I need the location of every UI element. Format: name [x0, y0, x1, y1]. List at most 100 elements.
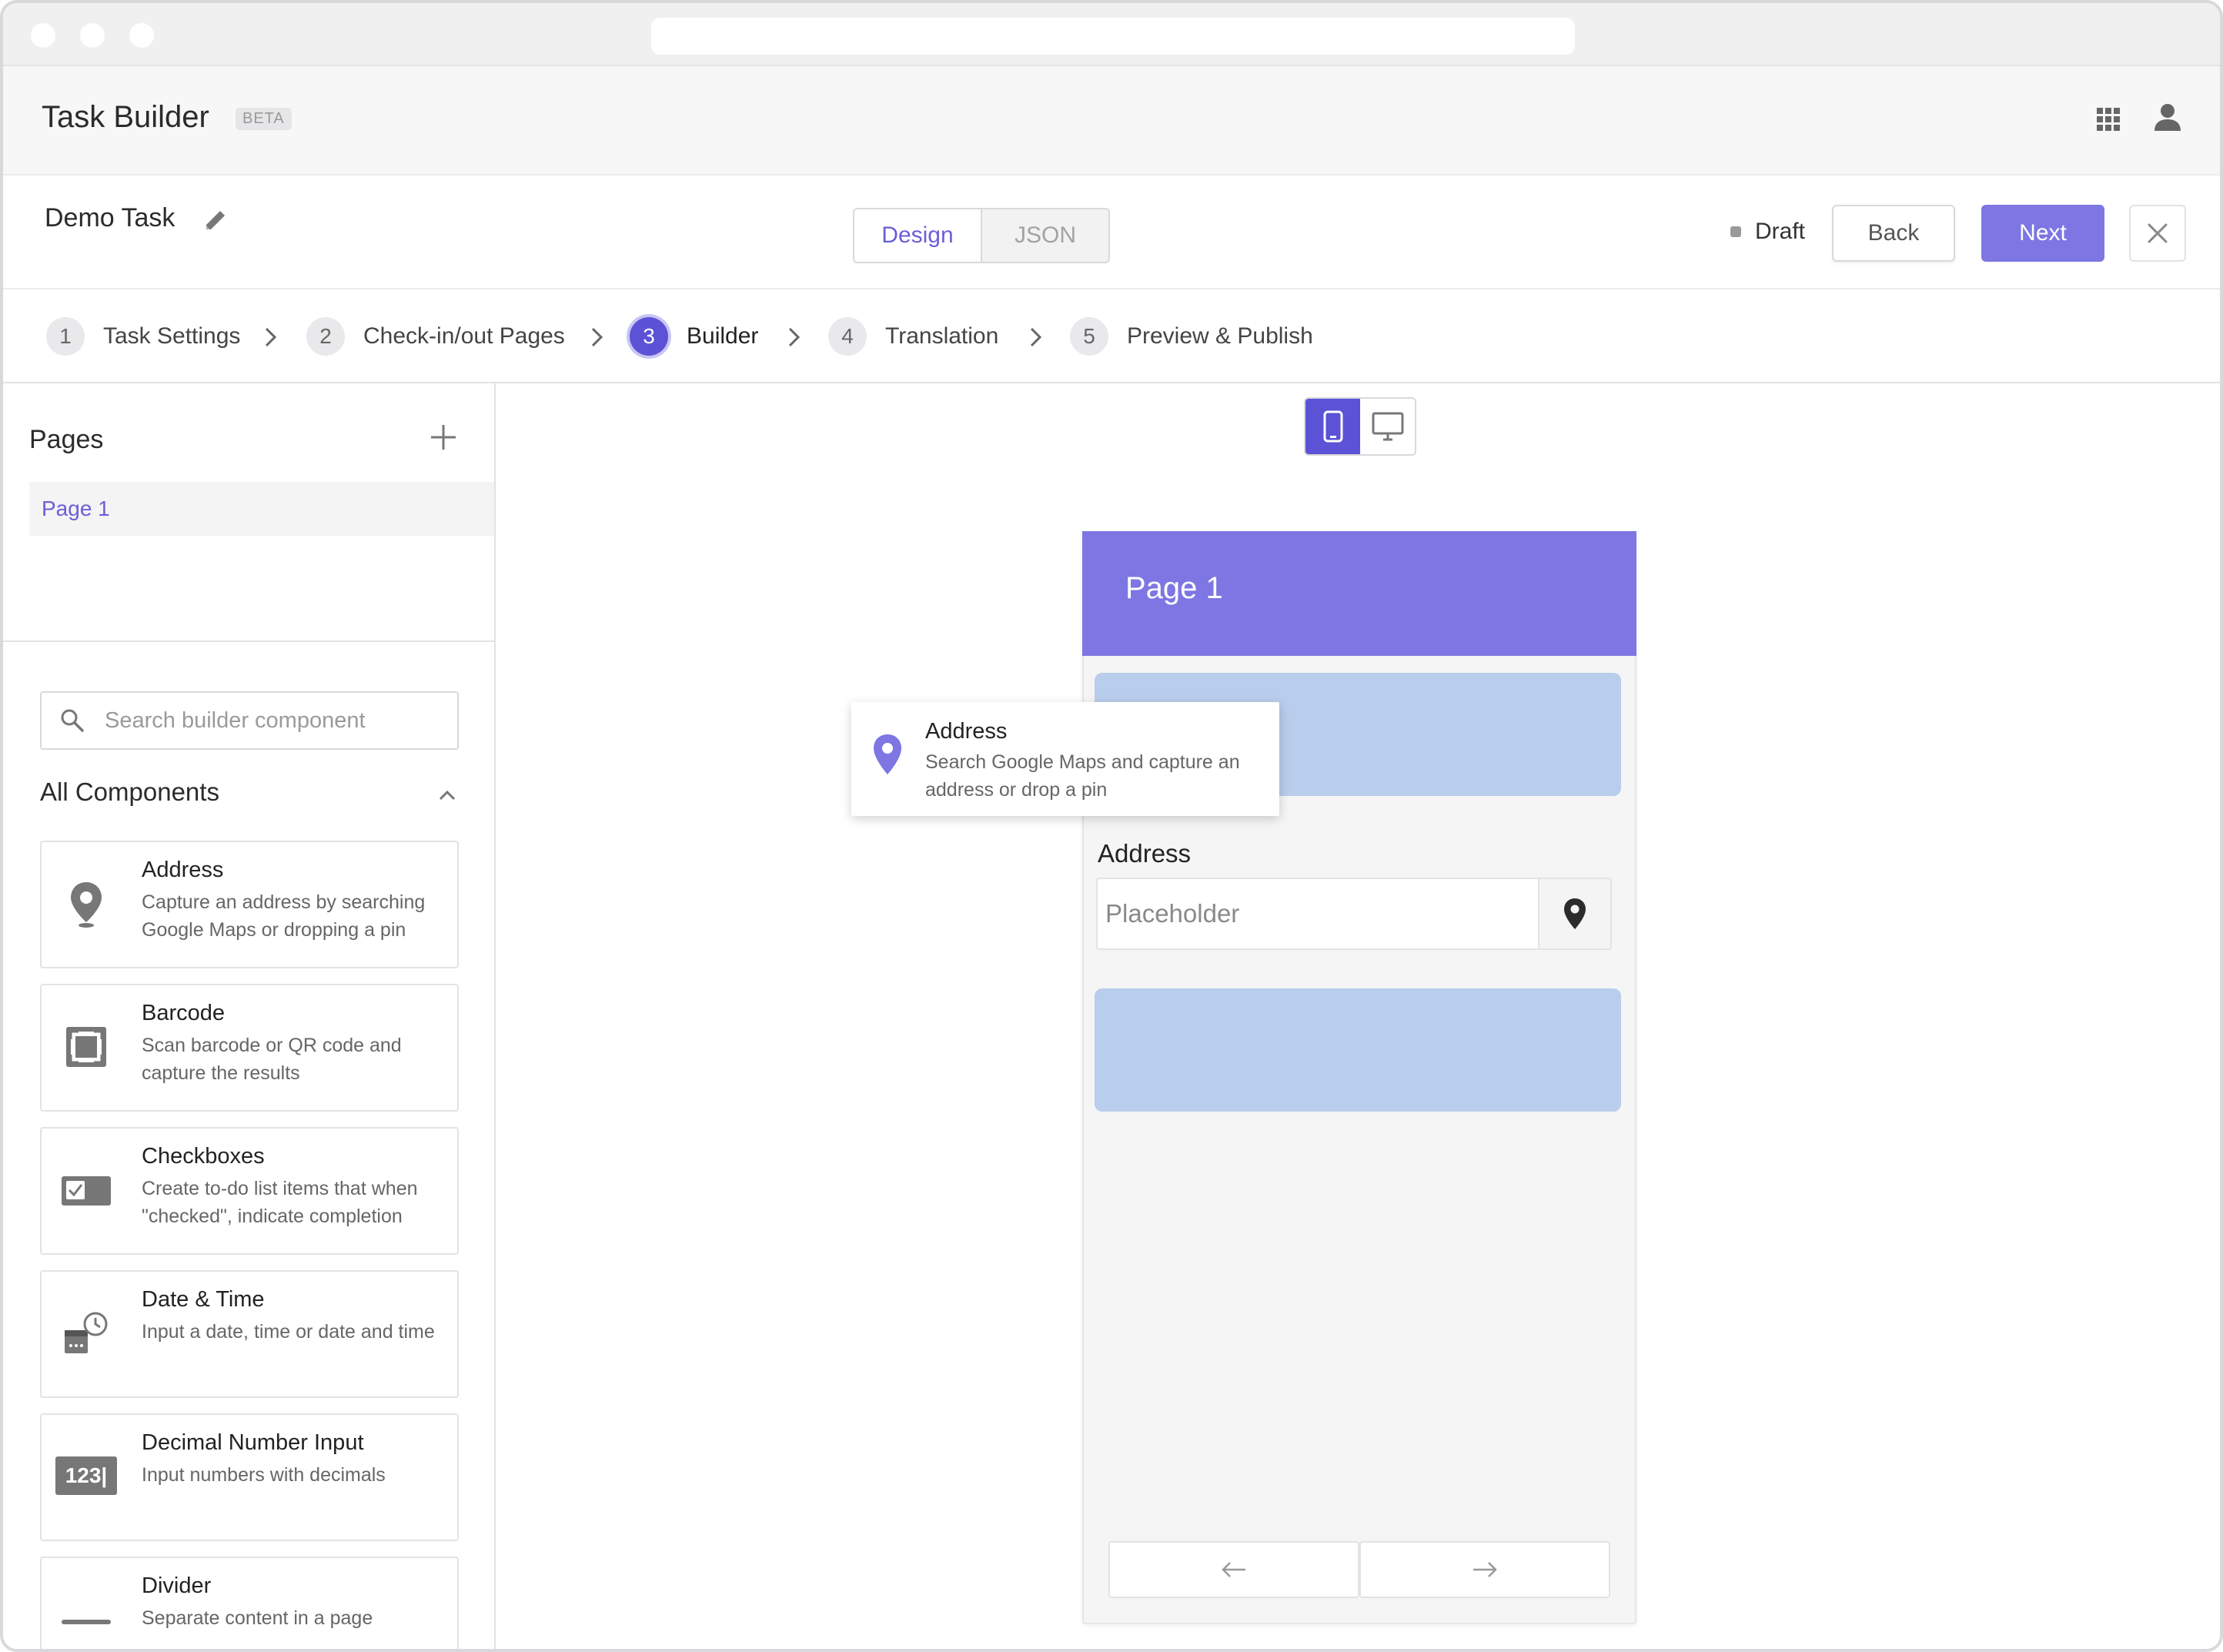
- user-icon[interactable]: [2152, 102, 2183, 132]
- component-card-address[interactable]: Address Capture an address by searching …: [40, 841, 459, 968]
- arrow-left-icon: [1222, 1562, 1245, 1577]
- url-bar[interactable]: [651, 18, 1575, 55]
- component-name: Decimal Number Input: [142, 1430, 364, 1455]
- component-card-decimal-number-input[interactable]: 123| Decimal Number Input Input numbers …: [40, 1413, 459, 1541]
- app-window: Task Builder BETA Demo Task Design JSON …: [0, 0, 2223, 1652]
- pages-heading: Pages: [29, 425, 104, 454]
- step-number: 3: [630, 317, 668, 356]
- next-page-button[interactable]: [1359, 1541, 1610, 1598]
- task-toolbar: Demo Task Design JSON Draft Back Next: [3, 176, 2220, 289]
- app-header: Task Builder BETA: [3, 66, 2220, 176]
- component-description: Input numbers with decimals: [142, 1464, 386, 1486]
- step-number: 4: [828, 317, 867, 356]
- chevron-right-icon: [265, 327, 277, 347]
- window-close-dot[interactable]: [31, 23, 55, 48]
- browser-chrome: [3, 3, 2220, 66]
- next-button[interactable]: Next: [1981, 205, 2104, 262]
- step-translation[interactable]: 4 Translation: [828, 317, 998, 356]
- window-maximize-dot[interactable]: [129, 23, 154, 48]
- page-title: Page 1: [1125, 571, 1223, 605]
- component-name: Checkboxes: [142, 1144, 265, 1169]
- address-pin-button[interactable]: [1538, 878, 1612, 950]
- component-description: Separate content in a page: [142, 1607, 373, 1629]
- map-pin-icon: [71, 882, 102, 928]
- step-number: 5: [1070, 317, 1108, 356]
- component-name: Date & Time: [142, 1287, 265, 1312]
- field-label: Address: [1098, 839, 1192, 868]
- step-label: Check-in/out Pages: [363, 323, 565, 349]
- component-description: Create to-do list items that when "check…: [142, 1178, 418, 1227]
- search-icon: [61, 709, 84, 732]
- plus-icon[interactable]: [428, 422, 459, 453]
- beta-badge: BETA: [236, 108, 292, 130]
- component-description: Search Google Maps and capture an addres…: [925, 751, 1240, 801]
- task-name: Demo Task: [45, 203, 176, 232]
- mobile-icon: [1323, 410, 1342, 443]
- device-mode-toggle: [1304, 397, 1416, 456]
- page-header: Page 1: [1082, 531, 1636, 656]
- mobile-preview: Page 1 Address Placeholder: [1082, 531, 1636, 1624]
- divider-icon: [62, 1620, 111, 1624]
- component-search-input[interactable]: Search builder component: [40, 691, 459, 750]
- barcode-scan-icon: [66, 1027, 106, 1067]
- component-name: Barcode: [142, 1001, 226, 1025]
- app-title: Task Builder: [42, 100, 209, 134]
- component-description: Capture an address by searching Google M…: [142, 891, 426, 941]
- status-badge: Draft: [1730, 219, 1805, 245]
- section-divider: [3, 640, 494, 642]
- component-description: Input a date, time or date and time: [142, 1321, 435, 1343]
- number-input-icon-text: 123|: [65, 1463, 108, 1487]
- step-check-in-out-pages[interactable]: 2 Check-in/out Pages: [306, 317, 565, 356]
- chevron-right-icon: [1030, 327, 1042, 347]
- pencil-icon[interactable]: [202, 206, 229, 234]
- component-name: Address: [142, 858, 224, 882]
- desktop-view-button[interactable]: [1360, 399, 1415, 454]
- address-input[interactable]: Placeholder: [1096, 878, 1538, 950]
- status-dot-icon: [1730, 226, 1741, 237]
- component-card-checkboxes[interactable]: Checkboxes Create to-do list items that …: [40, 1127, 459, 1255]
- components-heading: All Components: [40, 778, 219, 806]
- progress-stepper: 1 Task Settings 2 Check-in/out Pages 3 B…: [3, 289, 2220, 383]
- mobile-view-button[interactable]: [1305, 399, 1360, 454]
- search-placeholder: Search builder component: [105, 707, 366, 733]
- step-label: Task Settings: [103, 323, 241, 349]
- step-number: 1: [46, 317, 85, 356]
- component-name: Divider: [142, 1573, 212, 1598]
- back-button[interactable]: Back: [1832, 205, 1955, 262]
- step-task-settings[interactable]: 1 Task Settings: [46, 317, 240, 356]
- step-builder[interactable]: 3 Builder: [630, 317, 758, 356]
- checkbox-icon: [62, 1176, 111, 1206]
- builder-canvas: Page 1 Address Placeholder Address Searc…: [496, 383, 2220, 1649]
- calendar-clock-icon: [65, 1312, 108, 1353]
- step-preview-publish[interactable]: 5 Preview & Publish: [1070, 317, 1313, 356]
- step-number: 2: [306, 317, 345, 356]
- window-minimize-dot[interactable]: [80, 23, 105, 48]
- step-label: Builder: [687, 323, 759, 349]
- chevron-up-icon[interactable]: [436, 784, 459, 807]
- drop-zone-bottom[interactable]: [1095, 988, 1621, 1112]
- arrow-right-icon: [1473, 1562, 1497, 1577]
- component-description: Scan barcode or QR code and capture the …: [142, 1035, 402, 1084]
- chevron-right-icon: [788, 327, 801, 347]
- dragging-component-card[interactable]: Address Search Google Maps and capture a…: [851, 702, 1279, 816]
- component-card-date-time[interactable]: Date & Time Input a date, time or date a…: [40, 1270, 459, 1398]
- map-pin-icon: [874, 734, 901, 774]
- status-label: Draft: [1755, 219, 1806, 244]
- component-card-divider[interactable]: Divider Separate content in a page: [40, 1557, 459, 1649]
- chevron-right-icon: [591, 327, 603, 347]
- close-icon: [2148, 223, 2168, 243]
- close-button[interactable]: [2129, 205, 2186, 262]
- page-list-item[interactable]: Page 1: [29, 482, 494, 536]
- view-mode-toggle: Design JSON: [853, 208, 1110, 263]
- component-name: Address: [925, 719, 1008, 744]
- step-label: Preview & Publish: [1127, 323, 1313, 349]
- tab-json[interactable]: JSON: [981, 209, 1108, 262]
- desktop-icon: [1372, 412, 1403, 441]
- grid-icon[interactable]: [2095, 106, 2121, 132]
- component-card-barcode[interactable]: Barcode Scan barcode or QR code and capt…: [40, 984, 459, 1112]
- previous-page-button[interactable]: [1108, 1541, 1359, 1598]
- left-sidebar: Pages Page 1 Search builder component Al…: [3, 383, 496, 1649]
- number-input-icon: 123|: [55, 1456, 117, 1495]
- step-label: Translation: [885, 323, 999, 349]
- tab-design[interactable]: Design: [854, 209, 981, 262]
